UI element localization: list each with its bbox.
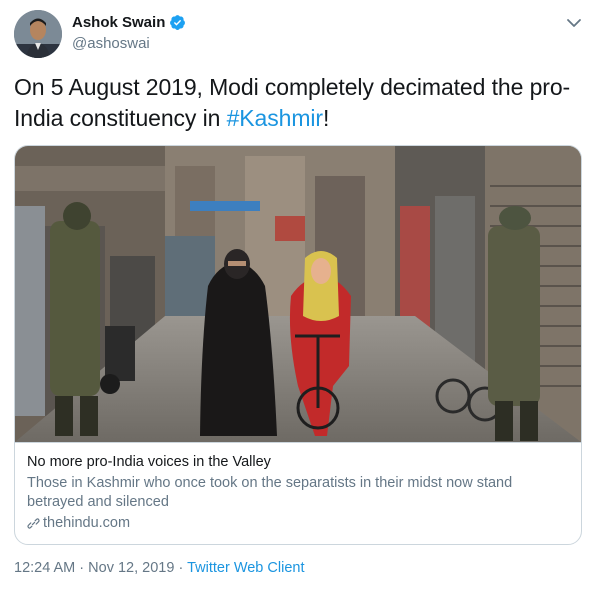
user-handle[interactable]: @ashoswai [72,35,150,52]
link-card[interactable]: No more pro-India voices in the Valley T… [14,145,582,545]
verified-badge-icon [170,15,186,30]
tweet-date[interactable]: Nov 12, 2019 [88,560,174,576]
tweet: Ashok Swain @ashoswai On 5 August 2019, … [0,0,596,592]
card-domain[interactable]: thehindu.com [27,514,569,533]
chevron-down-icon[interactable] [566,16,582,30]
tweet-time[interactable]: 12:24 AM [14,560,75,576]
card-image[interactable] [15,146,581,442]
display-name[interactable]: Ashok Swain [72,14,165,31]
card-title[interactable]: No more pro-India voices in the Valley [27,453,569,472]
card-body[interactable]: No more pro-India voices in the Valley T… [15,442,581,544]
tweet-text: On 5 August 2019, Modi completely decima… [14,72,584,134]
street-scene-image [15,146,581,442]
avatar[interactable] [14,10,62,58]
meta-separator: · [79,560,85,576]
avatar-image [14,10,62,58]
tweet-text-end: ! [322,105,330,131]
hashtag-link[interactable]: #Kashmir [227,105,323,131]
card-description: Those in Kashmir who once took on the se… [27,475,513,510]
link-icon [27,518,40,529]
meta-separator: · [178,560,184,576]
tweet-source[interactable]: Twitter Web Client [187,560,304,576]
card-domain-text[interactable]: thehindu.com [43,514,130,533]
tweet-metadata: 12:24 AM · Nov 12, 2019 · Twitter Web Cl… [14,560,304,576]
user-name-row[interactable]: Ashok Swain [72,14,186,31]
